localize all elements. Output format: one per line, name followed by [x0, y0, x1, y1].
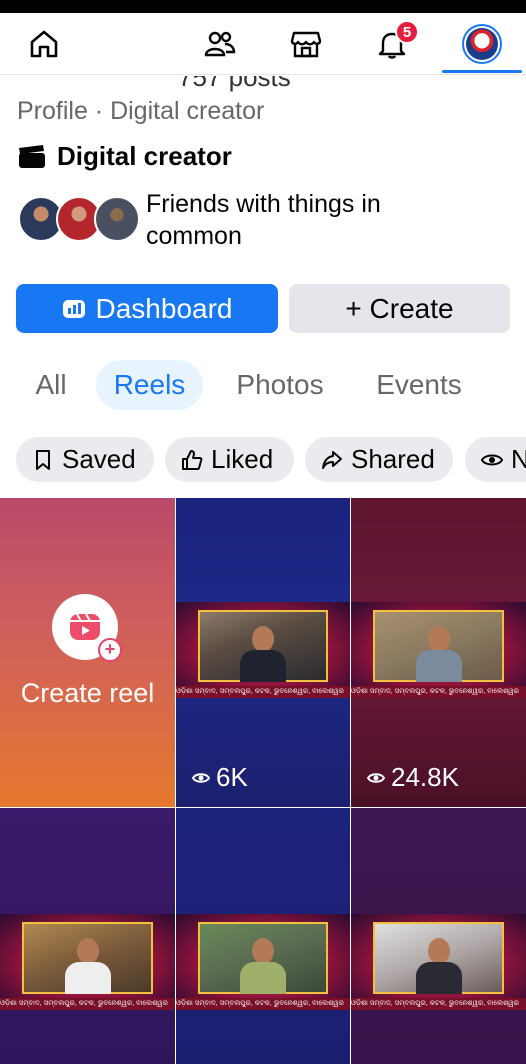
view-count-value: 24.8K — [391, 762, 459, 792]
category-label: Digital creator — [57, 141, 232, 171]
dashboard-label: Dashboard — [95, 292, 233, 324]
nav-friends[interactable] — [190, 13, 250, 75]
chip-liked[interactable]: Liked — [165, 437, 294, 482]
nav-home[interactable] — [14, 13, 74, 75]
reel-thumbnail: ଓଡ଼ିଶା ସମ୍ବାଦ, ସମ୍ବଲପୁର, କଟକ, ଭୁବନେଶ୍ୱର,… — [176, 602, 350, 698]
filter-chips: Saved Liked Shared N — [0, 437, 526, 483]
plus-icon: + — [98, 638, 122, 662]
notification-badge: 5 — [395, 20, 419, 44]
friends-text: Friends with things in common — [146, 190, 381, 250]
nav-profile[interactable] — [452, 13, 512, 75]
category-row: Digital creator — [17, 141, 232, 172]
news-ticker: ଓଡ଼ିଶା ସମ୍ବାଦ, ସମ୍ବଲପୁର, କଟକ, ଭୁବନେଶ୍ୱର,… — [176, 686, 350, 698]
eye-icon — [481, 454, 503, 465]
view-count: 6K — [192, 762, 248, 793]
news-ticker: ଓଡ଼ିଶା ସମ୍ବାଦ, ସମ୍ବଲପୁର, କଟକ, ଭୁବନେଶ୍ୱର,… — [351, 686, 526, 698]
friends-icon — [204, 31, 236, 57]
tab-photos[interactable]: Photos — [222, 360, 338, 410]
profile-subtitle: Profile · Digital creator — [17, 97, 265, 125]
eye-icon — [367, 772, 385, 783]
reel-thumbnail: ଓଡ଼ିଶା ସମ୍ବାଦ, ସମ୍ବଲପୁର, କଟକ, ଭୁବନେଶ୍ୱର,… — [351, 602, 526, 698]
reel-tile[interactable]: ଓଡ଼ିଶା ସମ୍ବାଦ, ସମ୍ବଲପୁର, କଟକ, ଭୁବନେଶ୍ୱର,… — [351, 808, 526, 1064]
thumbs-up-icon — [182, 449, 203, 470]
reel-thumbnail: ଓଡ଼ିଶା ସମ୍ବାଦ, ସମ୍ବଲପୁର, କଟକ, ଭୁବନେଶ୍ୱର,… — [0, 914, 175, 1010]
reel-create-icon: + — [52, 594, 122, 662]
chip-label: Liked — [211, 444, 274, 474]
chip-label: Shared — [351, 444, 435, 474]
status-bar — [0, 0, 526, 13]
nav-marketplace[interactable] — [276, 13, 336, 75]
create-reel-label: Create reel — [20, 678, 155, 708]
news-ticker: ଓଡ଼ିଶା ସମ୍ବାଦ, ସମ୍ବଲପୁର, କଟକ, ଭୁବନେଶ୍ୱର,… — [351, 998, 526, 1010]
tab-events[interactable]: Events — [362, 360, 476, 410]
tab-all[interactable]: All — [24, 360, 78, 410]
view-count-value: 6K — [216, 762, 248, 792]
reel-tile[interactable]: ଓଡ଼ିଶା ସମ୍ବାଦ, ସମ୍ବଲପୁର, କଟକ, ଭୁବନେଶ୍ୱର,… — [176, 498, 350, 807]
friend-avatar — [94, 196, 140, 242]
reel-thumbnail: ଓଡ଼ିଶା ସମ୍ବାଦ, ସମ୍ବଲପୁର, କଟକ, ଭୁବନେଶ୍ୱର,… — [351, 914, 526, 1010]
create-label: + Create — [345, 292, 454, 324]
active-tab-indicator — [442, 70, 522, 73]
chip-label: N — [511, 444, 526, 474]
reels-icon — [70, 613, 100, 640]
reel-thumbnail: ଓଡ଼ିଶା ସମ୍ବାଦ, ସମ୍ବଲପୁର, କଟକ, ଭୁବନେଶ୍ୱର,… — [176, 914, 350, 1010]
marketplace-icon — [290, 31, 322, 58]
nav-notifications[interactable]: 5 — [362, 13, 422, 75]
news-ticker: ଓଡ଼ିଶା ସମ୍ବାଦ, ସମ୍ବଲପୁର, କଟକ, ଭୁବନେଶ୍ୱର,… — [0, 998, 175, 1010]
dashboard-icon — [62, 299, 85, 318]
eye-icon — [192, 772, 210, 783]
share-icon — [322, 450, 342, 469]
chip-next[interactable]: N — [465, 437, 526, 482]
create-button[interactable]: + Create — [289, 284, 510, 333]
reel-tile[interactable]: ଓଡ଼ିଶା ସମ୍ବାଦ, ସମ୍ବଲପୁର, କଟକ, ଭୁବନେଶ୍ୱର,… — [0, 808, 175, 1064]
home-icon — [30, 30, 58, 58]
view-count: 24.8K — [367, 762, 459, 793]
bookmark-icon — [36, 449, 50, 470]
profile-avatar — [462, 24, 502, 64]
top-nav-bar: 5 — [0, 13, 526, 75]
reels-grid: + Create reel ଓଡ଼ିଶା ସମ୍ବାଦ, ସମ୍ବଲପୁର, କ… — [0, 498, 526, 1064]
friend-avatars — [18, 196, 142, 244]
chip-shared[interactable]: Shared — [305, 437, 453, 482]
chip-label: Saved — [62, 444, 136, 474]
chip-saved[interactable]: Saved — [16, 437, 154, 482]
create-reel-tile[interactable]: + Create reel — [0, 498, 175, 807]
news-ticker: ଓଡ଼ିଶା ସମ୍ବାଦ, ସମ୍ବଲପୁର, କଟକ, ଭୁବନେଶ୍ୱର,… — [176, 998, 350, 1010]
dashboard-button[interactable]: Dashboard — [16, 284, 278, 333]
content-tabs: All Reels Photos Events — [0, 360, 526, 410]
reel-tile[interactable]: ଓଡ଼ିଶା ସମ୍ବାଦ, ସମ୍ବଲପୁର, କଟକ, ଭୁବନେଶ୍ୱର,… — [351, 498, 526, 807]
mutual-friends-row[interactable]: Friends with things in common — [18, 188, 436, 252]
tab-reels[interactable]: Reels — [96, 360, 203, 410]
reel-tile[interactable]: ଓଡ଼ିଶା ସମ୍ବାଦ, ସମ୍ବଲପୁର, କଟକ, ଭୁବନେଶ୍ୱର,… — [176, 808, 350, 1064]
clapperboard-icon — [19, 144, 45, 168]
